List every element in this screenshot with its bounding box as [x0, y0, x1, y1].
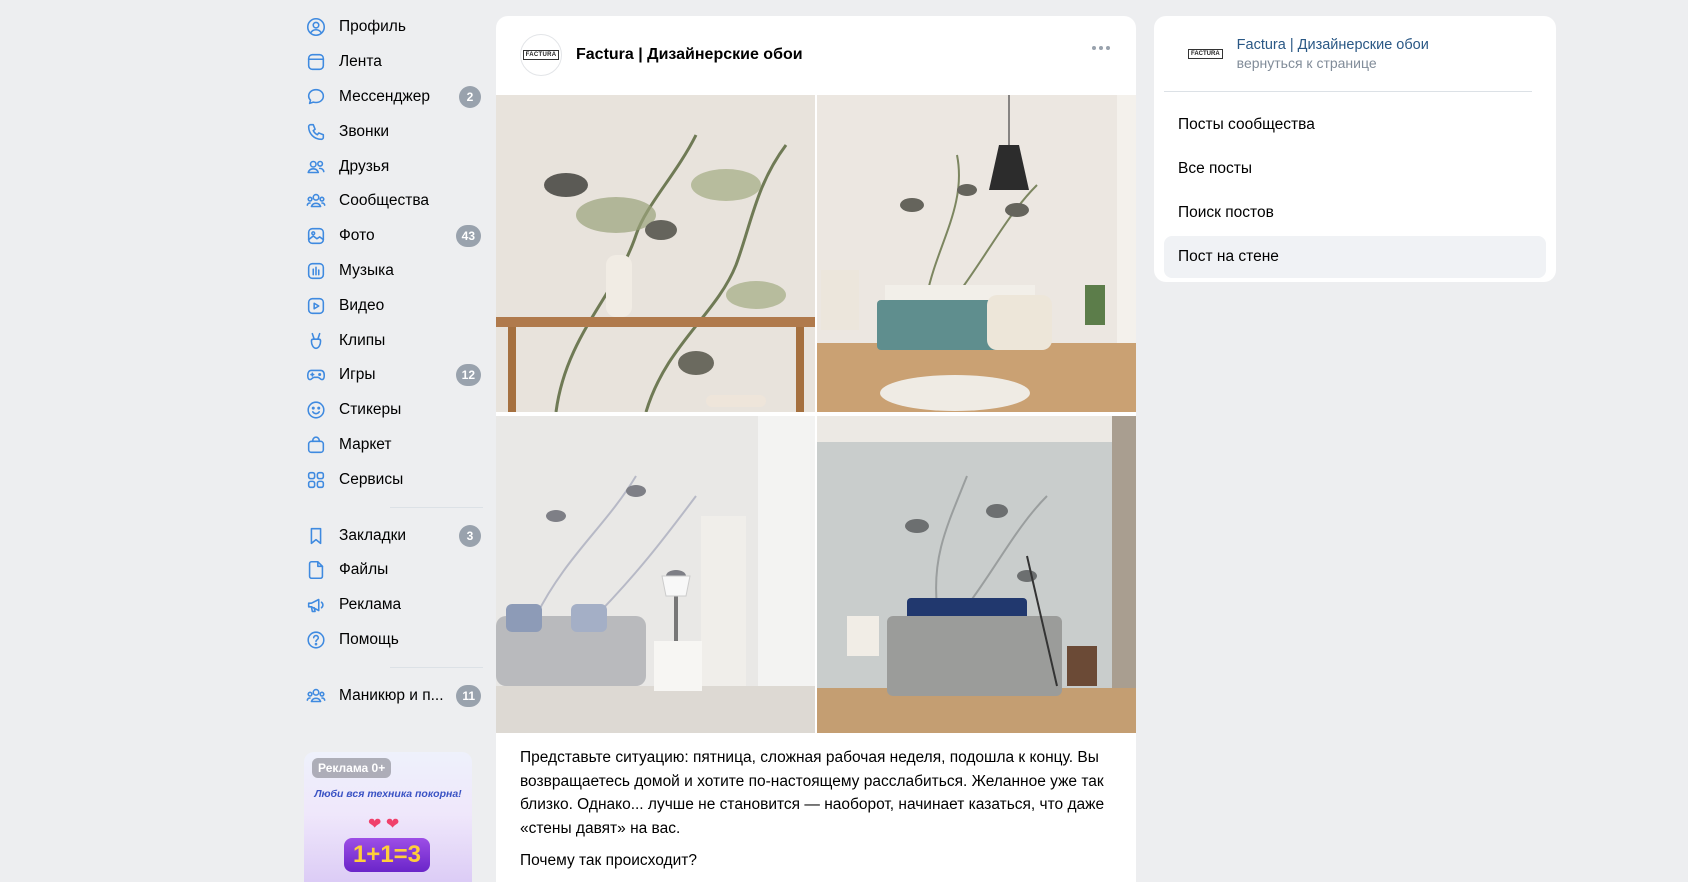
back-to-page-link[interactable]: вернуться к странице	[1237, 55, 1429, 71]
sidebar-item-files[interactable]: Файлы	[300, 553, 485, 588]
sidebar-item-label: Файлы	[339, 561, 389, 579]
sidebar-item-market[interactable]: Маркет	[300, 428, 485, 463]
counter-badge: 3	[459, 524, 481, 547]
chat-bubble-icon	[305, 86, 327, 108]
ad-promo: 1+1=3	[344, 838, 430, 872]
sidebar-item-label: Клипы	[339, 331, 386, 349]
nav-divider	[390, 507, 483, 509]
community-side-panel: FACTURA Factura | Дизайнерские обои верн…	[1154, 16, 1556, 282]
sidebar-item-label: Помощь	[339, 630, 399, 648]
gallery-photo[interactable]	[496, 95, 815, 412]
smile-icon	[305, 399, 327, 421]
nav-group-secondary: Закладки 3 Файлы Реклама Помощь	[300, 518, 485, 657]
sidebar-item-manicure[interactable]: Маникюр и п... 11	[300, 678, 485, 713]
side-item-all-posts[interactable]: Все посты	[1164, 148, 1546, 190]
sidebar-item-clips[interactable]: Клипы	[300, 323, 485, 358]
communities-icon	[305, 190, 327, 212]
music-icon	[305, 260, 327, 282]
community-name-link[interactable]: Factura | Дизайнерские обои	[1237, 37, 1429, 53]
community-avatar[interactable]: FACTURA	[520, 34, 562, 76]
sidebar-item-friends[interactable]: Друзья	[300, 149, 485, 184]
sidebar-item-photos[interactable]: Фото 43	[300, 219, 485, 254]
post-card: FACTURA Factura | Дизайнерские обои Пред…	[496, 16, 1136, 882]
megaphone-icon	[305, 594, 327, 616]
shopping-bag-icon	[305, 434, 327, 456]
sidebar-item-communities[interactable]: Сообщества	[300, 184, 485, 219]
communities-icon	[305, 685, 327, 707]
gallery-photo[interactable]	[817, 416, 1136, 733]
hearts-icon: ❤ ❤	[368, 816, 400, 833]
friends-icon	[305, 156, 327, 178]
sidebar-item-games[interactable]: Игры 12	[300, 358, 485, 393]
sidebar-item-label: Игры	[339, 366, 376, 384]
sidebar-item-label: Друзья	[339, 157, 390, 175]
ad-label: Реклама 0+	[312, 758, 392, 778]
ad-slogan: Люби вся техника покорна!	[314, 788, 462, 800]
sidebar-item-stickers[interactable]: Стикеры	[300, 393, 485, 428]
sidebar-item-feed[interactable]: Лента	[300, 45, 485, 80]
sidebar-item-label: Лента	[339, 53, 382, 71]
sidebar-item-profile[interactable]: Профиль	[300, 10, 485, 45]
nav-group-main: Профиль Лента Мессенджер 2 Звонки Друзья Сообщ…	[300, 10, 485, 497]
side-item-search-posts[interactable]: Поиск постов	[1164, 192, 1546, 234]
bookmark-icon	[305, 525, 327, 547]
gamepad-icon	[305, 364, 327, 386]
side-item-community-posts[interactable]: Посты сообщества	[1164, 104, 1546, 146]
photo-icon	[305, 225, 327, 247]
grid-icon	[305, 469, 327, 491]
photo-gallery	[496, 95, 1136, 733]
sidebar-item-label: Сообщества	[339, 192, 430, 210]
video-icon	[305, 295, 327, 317]
side-item-wall-post[interactable]: Пост на стене	[1164, 236, 1546, 278]
sidebar-item-label: Музыка	[339, 261, 394, 279]
phone-icon	[305, 121, 327, 143]
sidebar-item-label: Мессенджер	[339, 87, 431, 105]
ad-banner[interactable]: Реклама 0+ Люби вся техника покорна! ❤ ❤…	[304, 752, 472, 882]
sidebar-item-calls[interactable]: Звонки	[300, 114, 485, 149]
sidebar-item-label: Профиль	[339, 18, 406, 36]
feed-icon	[305, 51, 327, 73]
counter-badge: 2	[459, 85, 481, 108]
community-logo: FACTURA	[522, 50, 560, 60]
sidebar-item-services[interactable]: Сервисы	[300, 462, 485, 497]
post-header: FACTURA Factura | Дизайнерские обои	[496, 16, 1136, 94]
sidebar-item-label: Маркет	[339, 435, 392, 453]
sidebar-item-bookmarks[interactable]: Закладки 3	[300, 518, 485, 553]
sidebar-item-label: Стикеры	[339, 401, 402, 419]
sidebar-item-help[interactable]: Помощь	[300, 623, 485, 658]
sidebar-item-video[interactable]: Видео	[300, 288, 485, 323]
counter-badge: 43	[455, 225, 481, 248]
sidebar-item-label: Закладки	[339, 526, 407, 544]
sidebar-item-messenger[interactable]: Мессенджер 2	[300, 80, 485, 115]
sidebar-item-label: Фото	[339, 227, 375, 245]
counter-badge: 11	[456, 684, 481, 707]
sidebar-item-label: Звонки	[339, 122, 390, 140]
more-options-icon[interactable]	[1092, 46, 1110, 50]
file-icon	[305, 559, 327, 581]
side-header[interactable]: FACTURA Factura | Дизайнерские обои верн…	[1164, 16, 1532, 92]
sidebar-item-label: Реклама	[339, 596, 402, 614]
nav-group-communities: Маникюр и п... 11	[300, 678, 485, 713]
sidebar-item-label: Сервисы	[339, 470, 404, 488]
sidebar-item-music[interactable]: Музыка	[300, 254, 485, 289]
user-circle-icon	[305, 16, 327, 38]
post-text: Представьте ситуацию: пятница, сложная р…	[520, 746, 1120, 882]
post-paragraph: Представьте ситуацию: пятница, сложная р…	[520, 749, 1105, 837]
nav-divider	[390, 667, 483, 669]
clips-icon	[305, 330, 327, 352]
sidebar-item-label: Видео	[339, 296, 385, 314]
gallery-photo[interactable]	[496, 416, 815, 733]
sidebar-item-label: Маникюр и п...	[339, 686, 444, 704]
left-nav: Профиль Лента Мессенджер 2 Звонки Друзья Сообщ…	[300, 10, 485, 713]
sidebar-item-ads[interactable]: Реклама	[300, 588, 485, 623]
side-titles: Factura | Дизайнерские обои вернуться к …	[1237, 37, 1429, 71]
help-icon	[305, 629, 327, 651]
gallery-photo[interactable]	[817, 95, 1136, 412]
community-logo: FACTURA	[1188, 48, 1223, 59]
post-paragraph: Почему так происходит?	[520, 852, 697, 869]
counter-badge: 12	[455, 364, 481, 387]
post-author[interactable]: Factura | Дизайнерские обои	[576, 46, 803, 64]
